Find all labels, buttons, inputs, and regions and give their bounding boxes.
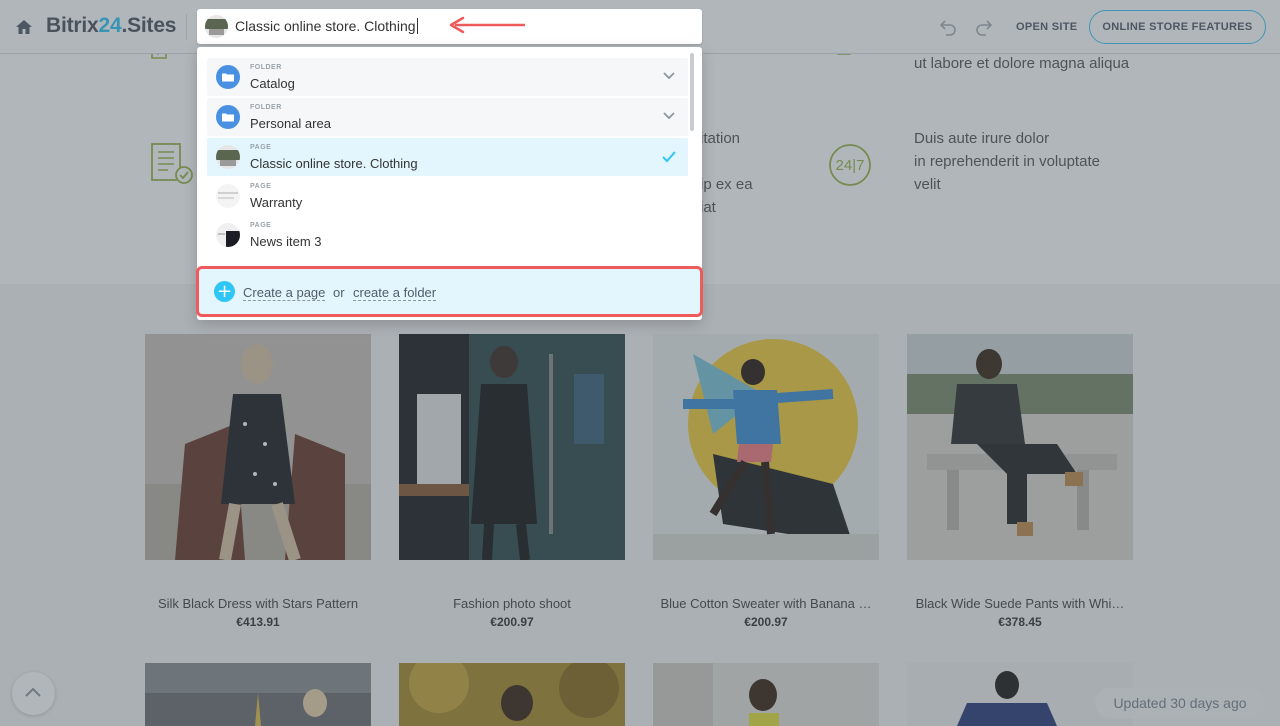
product-name[interactable]: Black Wide Suede Pants with Whi…: [907, 596, 1133, 611]
dropdown-item-personal-area[interactable]: FOLDER Personal area: [207, 98, 688, 136]
page-thumbnail: [205, 15, 228, 38]
feature-text-3: Duis aute irure dolor in reprehenderit i…: [914, 127, 1100, 196]
product-image[interactable]: [653, 334, 879, 560]
page-thumbnail-icon: [216, 184, 240, 208]
product-image[interactable]: [145, 334, 371, 560]
search-value-text: Classic online store. Clothing: [235, 18, 416, 34]
item-label: News item 3: [250, 234, 322, 249]
dropdown-item-classic-online-store[interactable]: PAGE Classic online store. Clothing: [207, 138, 688, 176]
open-site-link[interactable]: OPEN SITE: [1016, 21, 1077, 33]
logo-text-3: .Sites: [121, 14, 177, 37]
product-name[interactable]: Fashion photo shoot: [399, 596, 625, 611]
text-caret: [416, 18, 418, 34]
dropdown-scrollbar[interactable]: [690, 53, 694, 131]
item-kind: PAGE: [250, 222, 272, 229]
page-thumbnail-icon: [216, 223, 240, 247]
item-kind: PAGE: [250, 183, 272, 190]
feature-text-2: itation ip ex ea iat: [700, 127, 753, 219]
folder-icon: [216, 105, 240, 129]
page-thumbnail-icon: [216, 145, 240, 169]
logo-text-2: 24: [98, 14, 122, 37]
logo[interactable]: Bitrix24.Sites: [46, 14, 176, 38]
badge-24-7: 24|7: [836, 157, 865, 174]
create-folder-link[interactable]: create a folder: [353, 285, 437, 301]
undo-icon[interactable]: [939, 18, 957, 36]
create-actions: + Create a page or create a folder: [196, 266, 703, 317]
product-card[interactable]: Fashion photo shoot €200.97: [399, 334, 625, 629]
feature-text-1: ut labore et dolore magna aliqua: [914, 55, 1130, 72]
product-price: €200.97: [744, 615, 788, 629]
dropdown-item-warranty[interactable]: PAGE Warranty: [207, 177, 688, 215]
product-image[interactable]: [145, 663, 371, 726]
product-price: €413.91: [236, 615, 280, 629]
dropdown-item-catalog[interactable]: FOLDER Catalog: [207, 58, 688, 96]
chevron-down-icon[interactable]: [662, 71, 676, 81]
item-label: Personal area: [250, 116, 331, 131]
product-image[interactable]: [399, 334, 625, 560]
divider: [186, 14, 187, 40]
feature-text-3-line-2: in reprehenderit in voluptate: [914, 153, 1100, 170]
chevron-down-icon[interactable]: [662, 111, 676, 121]
item-label: Classic online store. Clothing: [250, 156, 418, 171]
product-card[interactable]: Silk Black Dress with Stars Pattern €413…: [145, 334, 371, 629]
home-icon[interactable]: [15, 18, 33, 36]
feature-text-3-line-3: velit: [914, 176, 941, 193]
checkmark-icon: [662, 151, 676, 163]
product-card[interactable]: Black Wide Suede Pants with Whi… €378.45: [907, 334, 1133, 629]
feature-text-2-line-3: iat: [700, 199, 716, 216]
product-name[interactable]: Silk Black Dress with Stars Pattern: [145, 596, 371, 611]
create-page-link[interactable]: Create a page: [243, 285, 326, 301]
online-store-features-button[interactable]: ONLINE STORE FEATURES: [1089, 10, 1266, 44]
feature-text-3-line-1: Duis aute irure dolor: [914, 130, 1050, 147]
logo-text-1: Bitrix: [46, 14, 99, 37]
item-kind: FOLDER: [250, 104, 282, 111]
feature-text-2-line-1: itation: [700, 130, 741, 147]
folder-icon: [216, 65, 240, 89]
search-value[interactable]: Classic online store. Clothing: [235, 18, 418, 34]
scroll-up-button[interactable]: [12, 672, 55, 715]
feature-text-2-line-2: ip ex ea: [700, 176, 753, 193]
updated-status: Updated 30 days ago: [1095, 688, 1265, 718]
dropdown-item-news-item-3[interactable]: PAGE News item 3: [207, 216, 688, 254]
page-dropdown: FOLDER Catalog FOLDER Personal area PAGE…: [196, 47, 703, 320]
chevron-up-icon: [25, 687, 41, 697]
24-7-icon: 24|7: [829, 144, 871, 186]
product-image[interactable]: [907, 334, 1133, 560]
annotation-arrow-icon: [449, 16, 525, 34]
redo-icon[interactable]: [975, 18, 993, 36]
item-kind: FOLDER: [250, 64, 282, 71]
document-check-icon: [151, 143, 193, 184]
product-name[interactable]: Blue Cotton Sweater with Banana …: [653, 596, 879, 611]
product-price: €200.97: [490, 615, 534, 629]
product-card[interactable]: Blue Cotton Sweater with Banana … €200.9…: [653, 334, 879, 629]
product-price: €378.45: [998, 615, 1042, 629]
item-label: Warranty: [250, 195, 303, 210]
plus-icon[interactable]: +: [214, 281, 235, 302]
product-image[interactable]: [399, 663, 625, 726]
item-kind: PAGE: [250, 144, 272, 151]
or-text: or: [333, 285, 345, 300]
item-label: Catalog: [250, 76, 295, 91]
product-image[interactable]: [653, 663, 879, 726]
